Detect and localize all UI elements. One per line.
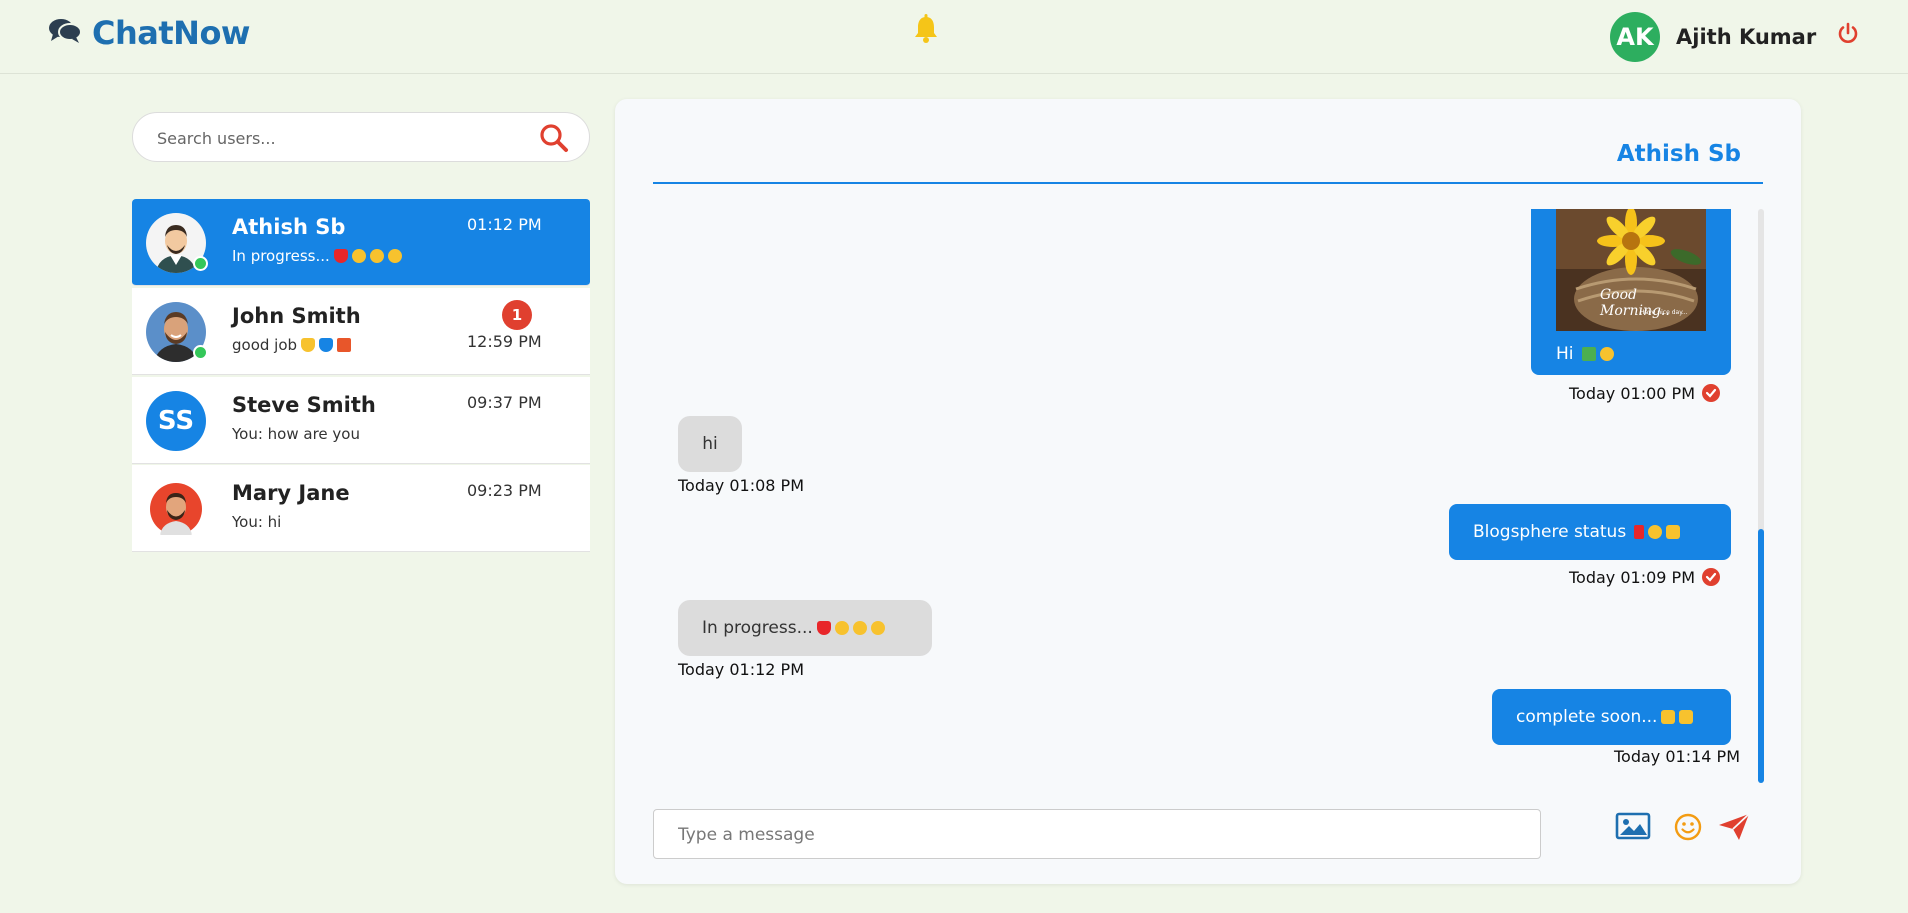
bell-icon[interactable] <box>912 14 940 48</box>
online-indicator <box>193 256 208 271</box>
clap-emoji-icon <box>1679 710 1694 724</box>
avatar: AK <box>1610 12 1660 62</box>
send-icon[interactable] <box>1717 812 1751 846</box>
avatar: SS <box>146 391 206 451</box>
contact-item-steve-smith[interactable]: SS Steve Smith 09:37 PM You: how are you <box>132 377 590 464</box>
message-outgoing[interactable]: Blogsphere status <box>1449 504 1731 560</box>
app-name: ChatNow <box>92 14 250 52</box>
read-check-icon <box>1702 384 1720 406</box>
message-time: Today 01:14 PM <box>1614 747 1741 766</box>
search-input[interactable] <box>157 125 537 151</box>
thinking-emoji-icon <box>1648 525 1663 539</box>
search-icon[interactable] <box>539 123 569 157</box>
contact-preview: You: how are you <box>232 425 360 443</box>
grin-emoji-icon <box>351 249 366 263</box>
message-text: In progress... <box>702 618 885 638</box>
message-outgoing-image[interactable]: Good Morning.. Have nice day... Hi <box>1531 209 1731 375</box>
question-emoji-icon <box>1634 525 1645 539</box>
grin-emoji-icon <box>834 621 849 635</box>
message-text: Blogsphere status <box>1473 522 1681 542</box>
yellow-heart-emoji-icon <box>301 338 316 352</box>
contact-item-john-smith[interactable]: John Smith 1 12:59 PM good job <box>132 288 590 375</box>
contact-preview: In progress... <box>232 247 402 265</box>
message-composer <box>653 809 1541 859</box>
contact-item-athish-sb[interactable]: Athish Sb 01:12 PM In progress... <box>132 199 590 286</box>
contact-name: Mary Jane <box>232 481 350 505</box>
contact-time: 09:37 PM <box>467 393 542 412</box>
title-divider <box>653 182 1763 184</box>
message-time: Today 01:09 PM <box>1569 568 1696 587</box>
contact-time: 12:59 PM <box>467 332 542 351</box>
heart-emoji-icon <box>333 249 348 263</box>
avatar <box>146 479 206 539</box>
message-text: hi <box>702 434 718 454</box>
smile-emoji-icon <box>852 621 867 635</box>
message-time: Today 01:12 PM <box>678 660 805 679</box>
grimace-emoji-icon <box>387 249 402 263</box>
emoji-icon[interactable] <box>1674 813 1702 845</box>
smile-emoji-icon <box>369 249 384 263</box>
contact-preview: You: hi <box>232 513 282 531</box>
chat-title: Athish Sb <box>1616 141 1741 167</box>
contact-name: John Smith <box>232 304 361 328</box>
contact-name: Steve Smith <box>232 393 376 417</box>
avatar <box>146 302 208 362</box>
avatar <box>146 213 208 273</box>
unread-badge: 1 <box>502 300 532 330</box>
contact-name: Athish Sb <box>232 215 346 239</box>
chat-bubbles-icon <box>48 17 82 49</box>
read-check-icon <box>1702 568 1720 590</box>
scrollbar-thumb[interactable] <box>1758 529 1764 783</box>
image-subcaption: Have nice day... <box>1640 309 1688 316</box>
contact-time: 09:23 PM <box>467 481 542 500</box>
message-outgoing[interactable]: complete soon... <box>1492 689 1731 745</box>
online-indicator <box>193 345 208 360</box>
collision-emoji-icon <box>337 338 352 352</box>
top-header: ChatNow AK Ajith Kumar <box>0 0 1908 74</box>
sun-emoji-icon <box>1599 347 1614 361</box>
message-text: Hi <box>1556 344 1614 364</box>
message-text: complete soon... <box>1516 707 1694 727</box>
user-name: Ajith Kumar <box>1676 25 1817 49</box>
heart-emoji-icon <box>816 621 831 635</box>
current-user[interactable]: AK Ajith Kumar <box>1610 12 1816 62</box>
brand[interactable]: ChatNow <box>48 14 250 52</box>
chat-panel: Athish Sb Good Morning.. Have nice day..… <box>615 99 1801 884</box>
contact-item-mary-jane[interactable]: Mary Jane 09:23 PM You: hi <box>132 465 590 552</box>
contact-time: 01:12 PM <box>467 215 542 234</box>
message-input[interactable] <box>678 822 1508 848</box>
blue-heart-emoji-icon <box>319 338 334 352</box>
grimace-emoji-icon <box>870 621 885 635</box>
message-incoming[interactable]: In progress... <box>678 600 932 656</box>
search-box <box>132 112 590 162</box>
ok-hand-emoji-icon <box>1666 525 1681 539</box>
message-incoming[interactable]: hi <box>678 416 742 472</box>
contact-preview: good job <box>232 336 352 354</box>
message-time: Today 01:00 PM <box>1569 384 1696 403</box>
sunrise-emoji-icon <box>1581 347 1596 361</box>
message-image[interactable]: Good Morning.. Have nice day... <box>1556 209 1706 331</box>
ok-hand-emoji-icon <box>1661 710 1676 724</box>
message-time: Today 01:08 PM <box>678 476 805 495</box>
image-icon[interactable] <box>1615 811 1651 845</box>
power-icon[interactable] <box>1836 22 1860 50</box>
